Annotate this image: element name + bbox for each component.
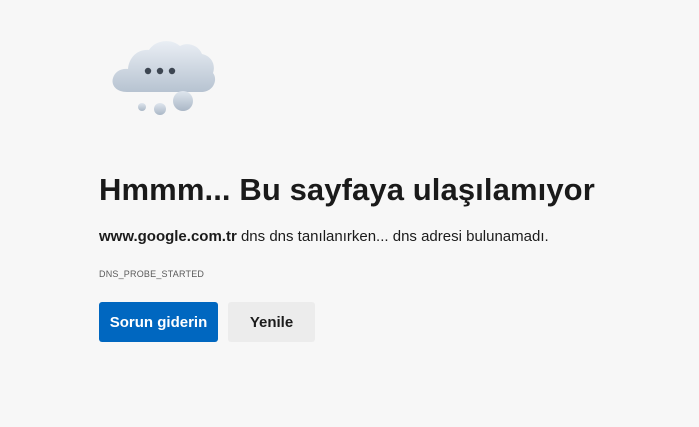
error-description: dns dns tanılanırken... dns adresi bulun…	[236, 228, 549, 245]
cloud-thinking-icon	[112, 41, 216, 115]
page-title: Hmmm... Bu sayfaya ulaşılamıyor	[99, 172, 595, 207]
error-domain: www.google.com.tr	[99, 228, 237, 245]
error-code: DNS_PROBE_STARTED	[99, 269, 205, 279]
refresh-button[interactable]: Yenile	[228, 302, 315, 342]
error-message: www.google.com.tr dns dns tanılanırken..…	[99, 228, 549, 245]
troubleshoot-button[interactable]: Sorun giderin	[99, 302, 218, 342]
